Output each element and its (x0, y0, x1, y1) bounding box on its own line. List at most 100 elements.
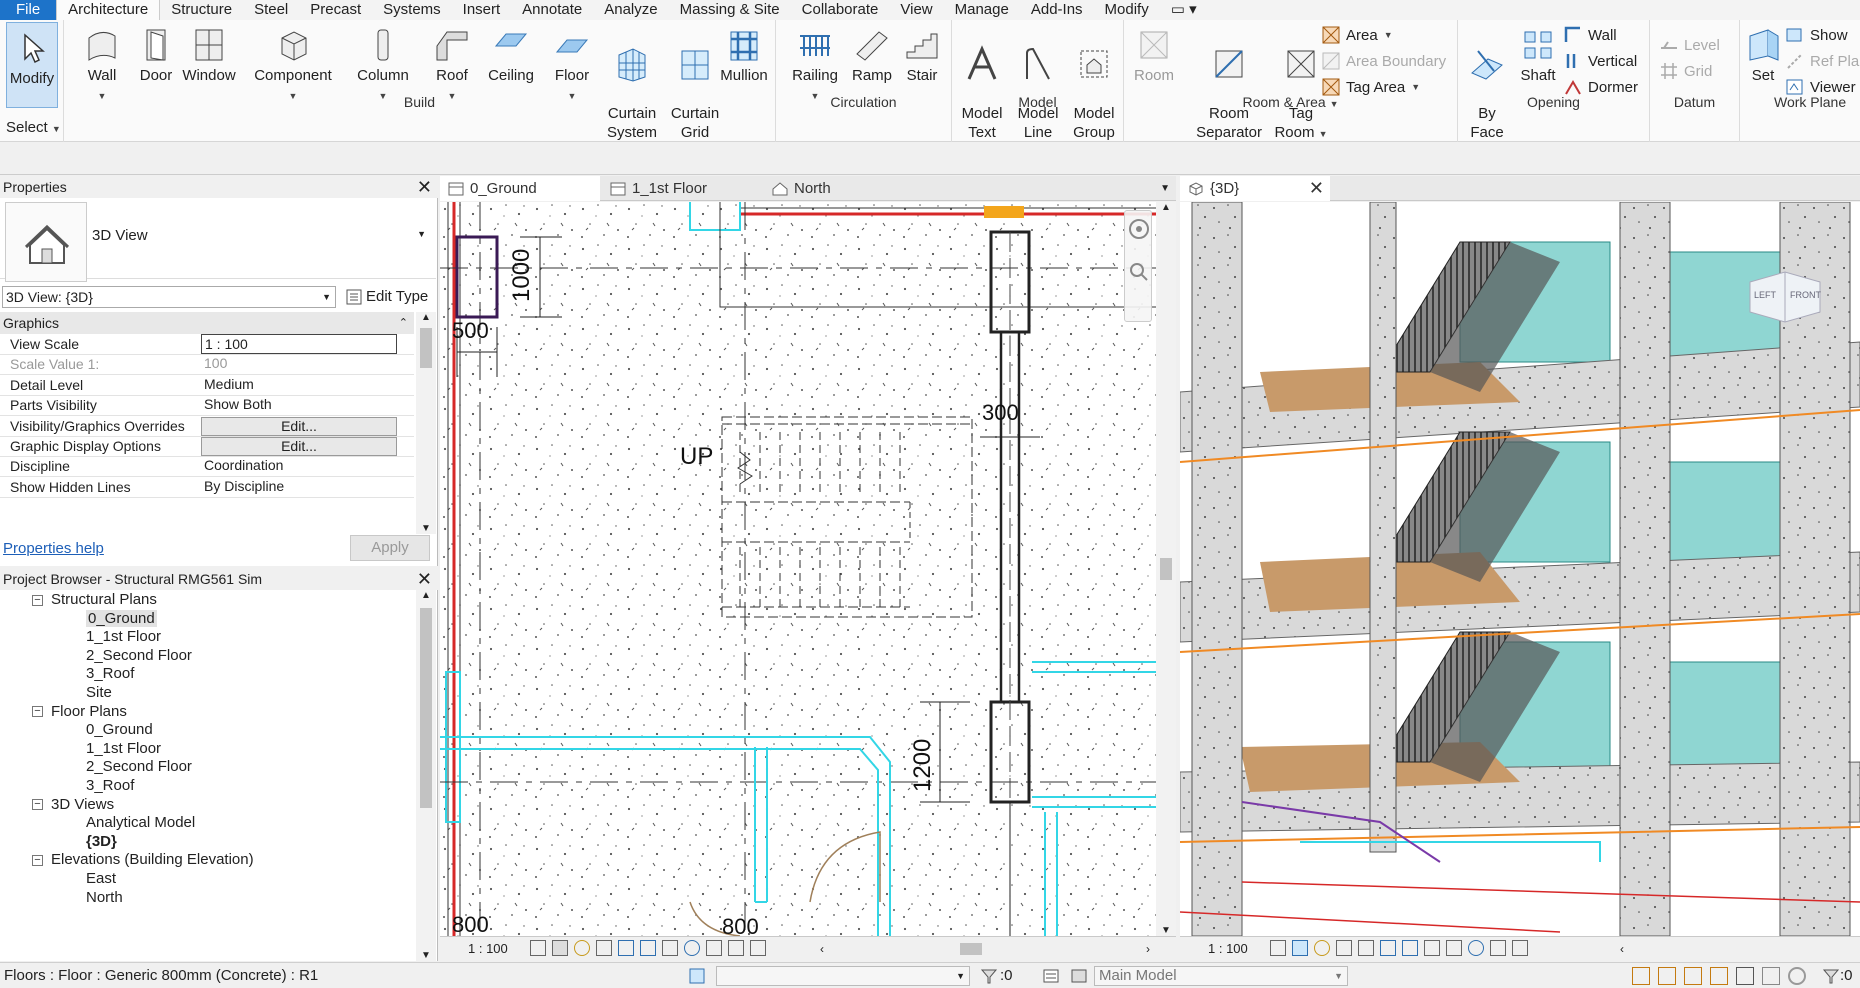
by-face-button[interactable]: By Face (1462, 26, 1512, 142)
grid-button[interactable]: Grid (1660, 62, 1712, 80)
property-value[interactable]: By Discipline (201, 477, 397, 497)
properties-help-link[interactable]: Properties help (3, 540, 104, 557)
modify-button[interactable]: Modify (6, 22, 58, 108)
browser-item[interactable]: 3_Roof (86, 776, 134, 796)
select-links-icon[interactable] (1632, 967, 1650, 985)
view-cube[interactable]: LEFT FRONT (1740, 262, 1830, 332)
curtain-system-button[interactable]: Curtain System (602, 26, 662, 142)
reveal-hidden-icon[interactable] (684, 940, 700, 956)
room-button[interactable]: Room (1128, 26, 1180, 85)
tab-architecture[interactable]: Architecture (56, 0, 161, 20)
sun-path-icon[interactable] (1314, 940, 1330, 956)
property-value[interactable]: Medium (201, 375, 397, 395)
tag-room-button[interactable]: Tag Room ▼ (1274, 26, 1328, 144)
edit-button[interactable]: Edit... (201, 437, 397, 456)
quick-access-dropdown-icon[interactable]: ▭ ▾ (1160, 0, 1208, 20)
3d-view-canvas[interactable]: LEFT FRONT (1180, 202, 1860, 936)
graphics-section-header[interactable]: Graphics ⌃ (0, 312, 414, 334)
browser-item[interactable]: Analytical Model (86, 813, 195, 833)
tab-modify[interactable]: Modify (1094, 0, 1160, 20)
plan-vertical-scrollbar[interactable]: ▲ ▼ (1156, 202, 1176, 936)
browser-scrollbar[interactable]: ▲ ▼ (416, 590, 436, 961)
browser-item[interactable]: 2_Second Floor (86, 757, 192, 777)
property-value[interactable]: Show Both (201, 395, 397, 415)
tab-steel[interactable]: Steel (243, 0, 299, 20)
browser-group[interactable]: −3D Views (32, 795, 114, 815)
collapse-toggle-icon[interactable]: − (32, 854, 43, 866)
property-value[interactable]: Coordination (201, 456, 397, 476)
view-scale[interactable]: 1 : 100 (468, 937, 508, 960)
hide-isolate-icon[interactable] (1446, 940, 1462, 956)
reveal-hidden-icon[interactable] (1468, 940, 1484, 956)
show-crop-icon[interactable] (1402, 940, 1418, 956)
tab-add-ins[interactable]: Add-Ins (1020, 0, 1094, 20)
close-icon[interactable]: ✕ (417, 176, 432, 198)
edit-type-button[interactable]: Edit Type (346, 286, 428, 308)
level-button[interactable]: Level (1660, 36, 1720, 54)
door-button[interactable]: Door (134, 26, 178, 85)
browser-item[interactable]: 0_Ground (86, 720, 153, 740)
select-pinned-icon[interactable] (1684, 967, 1702, 985)
area-boundary-button[interactable]: Area Boundary (1322, 52, 1446, 70)
browser-item[interactable]: 0_Ground (86, 609, 157, 629)
ramp-button[interactable]: Ramp (848, 26, 896, 85)
shadows-icon[interactable] (1336, 940, 1352, 956)
render-icon[interactable] (1358, 940, 1374, 956)
shadows-icon[interactable] (596, 940, 612, 956)
browser-group[interactable]: − Floor Plans (32, 702, 127, 722)
shaft-button[interactable]: Shaft (1514, 26, 1562, 85)
browser-group[interactable]: − Structural Plans (32, 590, 157, 610)
analytical-icon[interactable] (750, 940, 766, 956)
navigation-bar[interactable] (1124, 210, 1152, 322)
editable-only-icon[interactable] (1042, 967, 1060, 985)
ref-plane-button[interactable]: Ref Pla (1786, 52, 1859, 70)
gear-icon[interactable] (1788, 967, 1806, 985)
tab-0-ground[interactable]: 0_Ground (440, 176, 600, 201)
close-icon[interactable]: ✕ (1309, 176, 1324, 201)
model-group-button[interactable]: Model Group (1066, 26, 1122, 142)
tab-3d[interactable]: {3D} ✕ (1180, 176, 1330, 201)
window-button[interactable]: Window (180, 26, 238, 85)
browser-item[interactable]: 2_Second Floor (86, 646, 192, 666)
browser-item[interactable]: 1_1st Floor (86, 627, 161, 647)
show-button[interactable]: Show (1786, 26, 1848, 44)
highlight-icon[interactable] (728, 940, 744, 956)
tab-analyze[interactable]: Analyze (593, 0, 668, 20)
crop-view-icon[interactable] (618, 940, 634, 956)
detail-level-icon[interactable] (1270, 940, 1286, 956)
apply-button[interactable]: Apply (350, 535, 430, 561)
plan-view-canvas[interactable]: 1000 500 300 UP 1200 800 800 (440, 202, 1156, 936)
tab-view[interactable]: View (889, 0, 943, 20)
browser-group[interactable]: − Elevations (Building Elevation) (32, 850, 254, 870)
main-model-dropdown[interactable]: Main Model ▼ (1094, 966, 1348, 986)
mullion-button[interactable]: Mullion (714, 26, 774, 85)
tab-1st-floor[interactable]: 1_1st Floor (602, 176, 762, 201)
tab-precast[interactable]: Precast (299, 0, 372, 20)
tab-file[interactable]: File (0, 0, 57, 20)
filter-icon[interactable] (980, 967, 998, 985)
design-options-icon[interactable] (1070, 967, 1088, 985)
room-separator-button[interactable]: Room Separator (1186, 26, 1272, 142)
visual-style-icon[interactable] (1292, 940, 1308, 956)
browser-item[interactable]: North (86, 888, 123, 908)
browser-item[interactable]: East (86, 869, 116, 889)
crop-view-icon[interactable] (1380, 940, 1396, 956)
edit-button[interactable]: Edit... (201, 416, 397, 436)
lock-view-icon[interactable] (1424, 940, 1440, 956)
tab-collaborate[interactable]: Collaborate (791, 0, 890, 20)
workset-dropdown-empty[interactable]: ▼ (716, 966, 970, 986)
temp-view-icon[interactable] (1490, 940, 1506, 956)
stair-button[interactable]: Stair (898, 26, 946, 85)
background-process-icon[interactable] (1762, 967, 1780, 985)
detail-level-icon[interactable] (530, 940, 546, 956)
tab-massing-site[interactable]: Massing & Site (669, 0, 791, 20)
view-tab-menu-icon[interactable]: ▼ (1160, 176, 1170, 201)
browser-item[interactable]: Site (86, 683, 112, 703)
vertical-button[interactable]: Vertical (1564, 52, 1637, 70)
drag-elements-icon[interactable] (1736, 967, 1754, 985)
tab-systems[interactable]: Systems (372, 0, 452, 20)
instance-selector[interactable]: 3D View: {3D} ▼ (2, 286, 336, 308)
selection-filter-icon[interactable] (1822, 967, 1840, 985)
select-by-face-icon[interactable] (1710, 967, 1728, 985)
type-selector[interactable]: 3D View ▼ (0, 199, 436, 282)
